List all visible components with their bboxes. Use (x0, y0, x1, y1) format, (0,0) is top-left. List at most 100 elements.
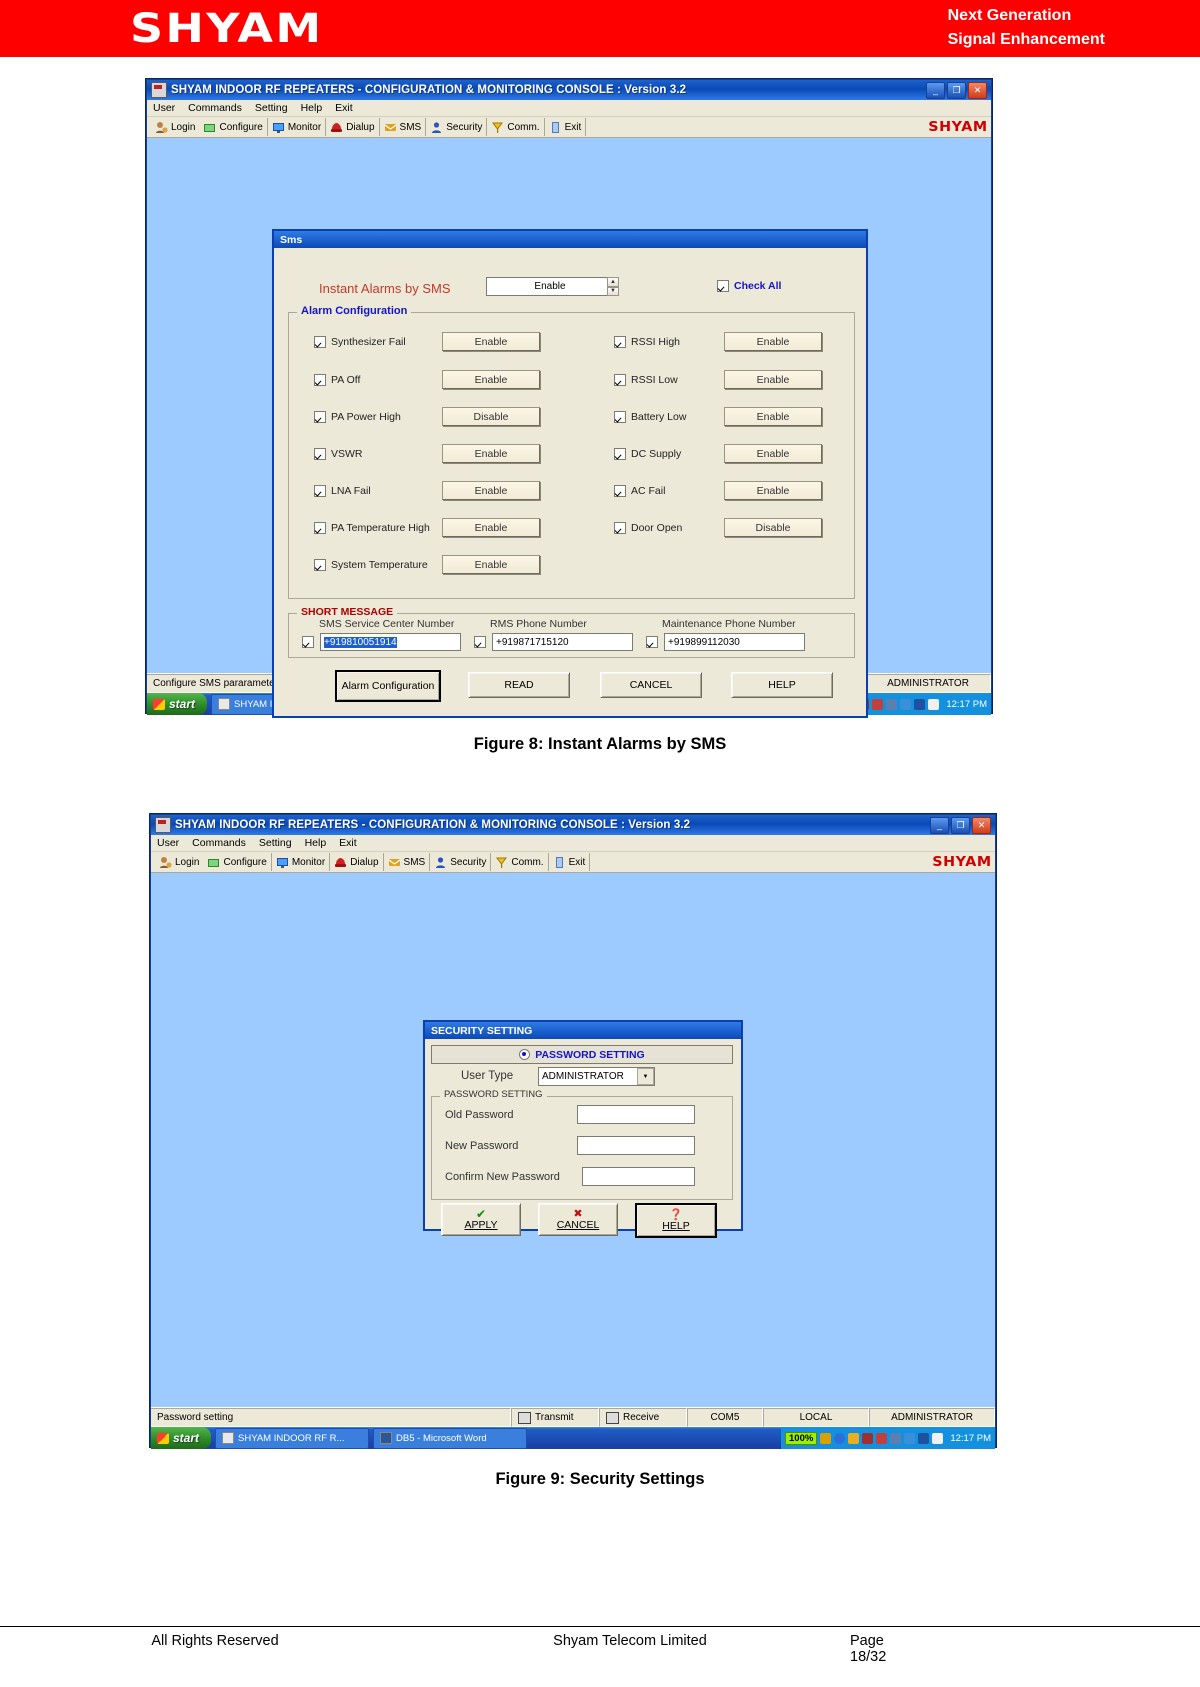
toolbar-item-exit[interactable]: Exit (549, 853, 591, 871)
alarm-state-button-lna-fail[interactable]: Enable (442, 481, 540, 500)
read-button[interactable]: READ (468, 672, 570, 698)
sms-dialog-titlebar[interactable]: Sms (274, 231, 866, 248)
antivirus-icon[interactable] (918, 1432, 930, 1444)
instant-alarms-value-field[interactable]: Enable (486, 277, 611, 296)
alarm-row-vswr[interactable]: VSWR (314, 448, 363, 460)
alarm-row-door-open[interactable]: Door Open (614, 522, 682, 534)
alarm-state-button-door-open[interactable]: Disable (724, 518, 822, 537)
alarm-checkbox[interactable] (314, 411, 326, 423)
toolbar-item-login[interactable]: Login (151, 118, 199, 136)
rms-phone-checkbox[interactable] (474, 636, 486, 648)
menu-user[interactable]: User (157, 837, 179, 849)
alarm-checkbox[interactable] (614, 336, 626, 348)
alarm-state-button-pa-off[interactable]: Enable (442, 370, 540, 389)
printer-icon[interactable] (886, 698, 898, 710)
sms-service-center-checkbox[interactable] (302, 636, 314, 648)
apply-button[interactable]: ✔ APPLY (441, 1203, 521, 1236)
alarm-row-pa-power-high[interactable]: PA Power High (314, 411, 401, 423)
toolbar-item-dialup[interactable]: Dialup (330, 853, 384, 871)
shield-icon[interactable] (872, 698, 884, 710)
menu-setting[interactable]: Setting (255, 102, 288, 114)
number-checkbox[interactable] (646, 636, 658, 648)
cancel-button[interactable]: CANCEL (600, 672, 702, 698)
spinner-down-icon[interactable]: ▼ (607, 286, 619, 296)
instant-alarms-spinner[interactable]: ▲ ▼ (607, 277, 619, 296)
taskbar-item-word[interactable]: DB5 - Microsoft Word (373, 1427, 528, 1449)
alarm-checkbox[interactable] (614, 522, 626, 534)
password-setting-radio[interactable] (519, 1049, 531, 1060)
alarm-state-button-synthesizer-fail[interactable]: Enable (442, 332, 540, 351)
alarm-row-system-temperature[interactable]: System Temperature (314, 559, 428, 571)
user-type-select[interactable]: ADMINISTRATOR ▼ (538, 1067, 655, 1086)
minimize-button[interactable]: _ (926, 81, 945, 99)
sms-window-titlebar[interactable]: SHYAM INDOOR RF REPEATERS - CONFIGURATIO… (147, 80, 991, 100)
back-arrow-icon[interactable] (834, 1432, 846, 1444)
toolbar-item-monitor[interactable]: Monitor (268, 118, 327, 136)
menu-setting[interactable]: Setting (259, 837, 292, 849)
new-password-input[interactable] (577, 1136, 695, 1155)
toolbar-item-comm[interactable]: Comm. (491, 853, 549, 871)
alarm-configuration-button[interactable]: Alarm Configuration (335, 670, 441, 702)
minimize-button[interactable]: _ (930, 816, 949, 834)
menu-exit[interactable]: Exit (335, 102, 353, 114)
menu-help[interactable]: Help (301, 102, 323, 114)
antivirus-icon[interactable] (914, 698, 926, 710)
maximize-button[interactable]: ❐ (951, 816, 970, 834)
close-button[interactable]: ✕ (972, 816, 991, 834)
security-window-titlebar[interactable]: SHYAM INDOOR RF REPEATERS - CONFIGURATIO… (151, 815, 995, 835)
toolbar-item-comm[interactable]: Comm. (487, 118, 545, 136)
toolbar-item-dialup[interactable]: Dialup (326, 118, 380, 136)
alarm-checkbox[interactable] (314, 522, 326, 534)
sms-service-center-input[interactable]: +919810051914 (320, 633, 461, 651)
number-checkbox[interactable] (474, 636, 486, 648)
language-icon[interactable] (932, 1432, 944, 1444)
start-button[interactable]: start (147, 693, 208, 715)
printer-icon[interactable] (890, 1432, 902, 1444)
alarm-checkbox[interactable] (614, 411, 626, 423)
alarm-state-button-dc-supply[interactable]: Enable (724, 444, 822, 463)
help-button[interactable]: ❓ HELP (635, 1203, 717, 1238)
alarm-row-battery-low[interactable]: Battery Low (614, 411, 686, 423)
close-button[interactable]: ✕ (968, 81, 987, 99)
maintenance-phone-checkbox[interactable] (646, 636, 658, 648)
alarm-state-button-vswr[interactable]: Enable (442, 444, 540, 463)
alarm-row-ac-fail[interactable]: AC Fail (614, 485, 665, 497)
alarm-checkbox[interactable] (314, 559, 326, 571)
menu-exit[interactable]: Exit (339, 837, 357, 849)
toolbar-item-security[interactable]: Security (426, 118, 488, 136)
toolbar-item-sms[interactable]: SMS (380, 118, 427, 136)
old-password-input[interactable] (577, 1105, 695, 1124)
alarm-state-button-system-temperature[interactable]: Enable (442, 555, 540, 574)
alarm-row-pa-off[interactable]: PA Off (314, 374, 360, 386)
maintenance-phone-input[interactable]: +919899112030 (664, 633, 805, 651)
menu-commands[interactable]: Commands (188, 102, 242, 114)
start-button[interactable]: start (151, 1427, 212, 1449)
alarm-state-button-rssi-high[interactable]: Enable (724, 332, 822, 351)
alarm-state-button-pa-power-high[interactable]: Disable (442, 407, 540, 426)
language-icon[interactable] (928, 698, 940, 710)
toolbar-item-monitor[interactable]: Monitor (272, 853, 331, 871)
update-icon[interactable] (900, 698, 912, 710)
spinner-up-icon[interactable]: ▲ (607, 277, 619, 287)
alarm-checkbox[interactable] (614, 374, 626, 386)
network-icon[interactable] (862, 1432, 874, 1444)
alarm-checkbox[interactable] (314, 336, 326, 348)
chevron-down-icon[interactable]: ▼ (637, 1068, 654, 1085)
alarm-checkbox[interactable] (314, 485, 326, 497)
cancel-button[interactable]: ✖ CANCEL (538, 1203, 618, 1236)
alarm-state-button-rssi-low[interactable]: Enable (724, 370, 822, 389)
toolbar-item-sms[interactable]: SMS (384, 853, 431, 871)
toolbar-item-login[interactable]: Login (155, 853, 203, 871)
alarm-checkbox[interactable] (314, 374, 326, 386)
update-icon[interactable] (904, 1432, 916, 1444)
number-checkbox[interactable] (302, 636, 314, 648)
toolbar-item-configure[interactable]: Configure (199, 118, 268, 136)
password-setting-radio-row[interactable]: PASSWORD SETTING (431, 1045, 733, 1064)
alarm-state-button-pa-temperature-high[interactable]: Enable (442, 518, 540, 537)
alarm-checkbox[interactable] (614, 448, 626, 460)
menu-help[interactable]: Help (305, 837, 327, 849)
alarm-row-lna-fail[interactable]: LNA Fail (314, 485, 371, 497)
alarm-row-dc-supply[interactable]: DC Supply (614, 448, 681, 460)
toolbar-item-exit[interactable]: Exit (545, 118, 587, 136)
alarm-checkbox[interactable] (314, 448, 326, 460)
